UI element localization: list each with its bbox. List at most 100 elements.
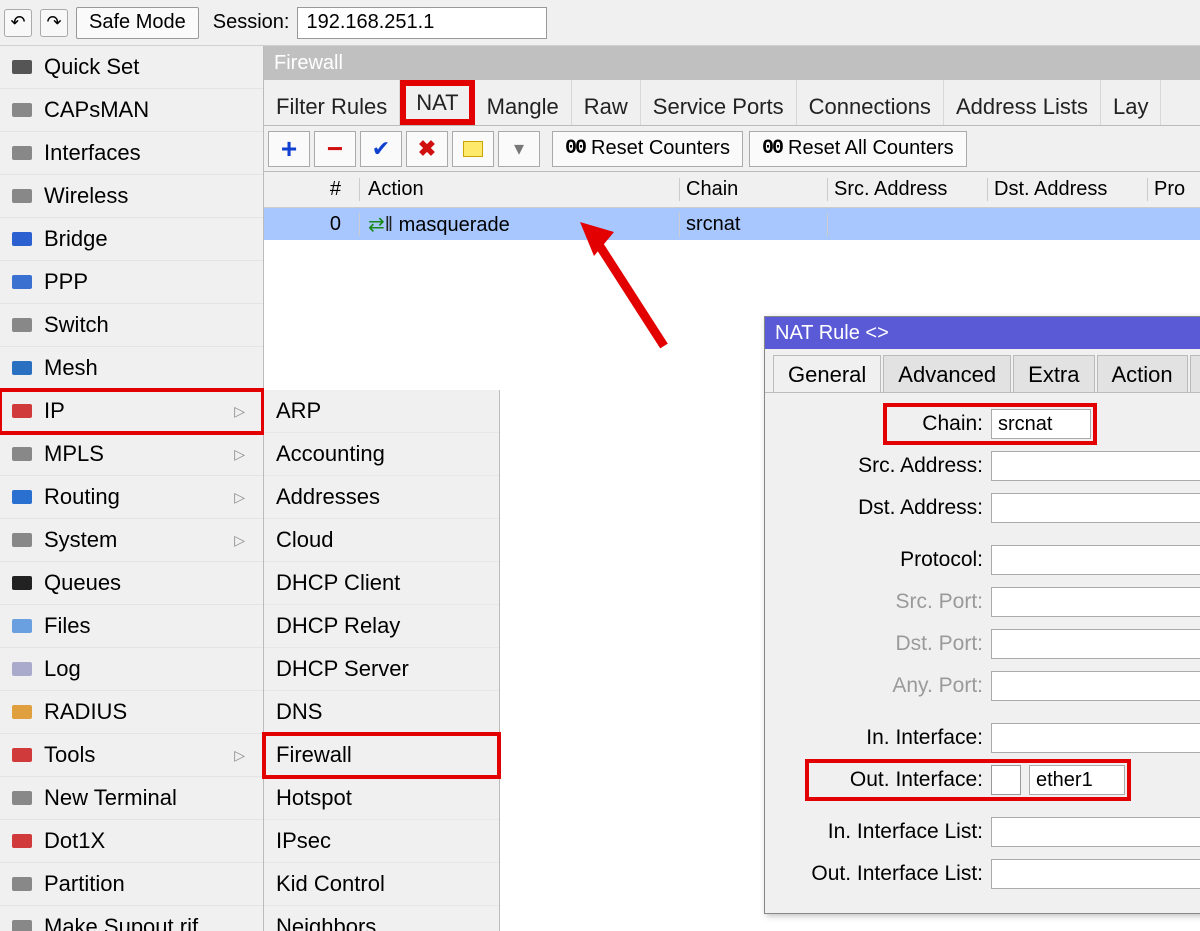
dialog-tab-general[interactable]: General (773, 355, 881, 392)
sidebar-item-label: Log (44, 656, 81, 682)
sidebar-item-ppp[interactable]: PPP (0, 261, 263, 304)
ip-submenu-addresses[interactable]: Addresses (264, 476, 499, 519)
sidebar-item-dot1x[interactable]: Dot1X (0, 820, 263, 863)
sidebar-item-mpls[interactable]: MPLS ▷ (0, 433, 263, 476)
col-action[interactable]: Action (360, 178, 680, 201)
firewall-tab-service-ports[interactable]: Service Ports (641, 80, 797, 125)
ip-submenu-firewall[interactable]: Firewall (264, 734, 499, 777)
ip-submenu-kid-control[interactable]: Kid Control (264, 863, 499, 906)
session-input[interactable] (297, 7, 547, 39)
out-interface-invert-checkbox[interactable] (991, 765, 1021, 795)
any-port-input[interactable] (991, 671, 1200, 701)
ip-submenu-cloud[interactable]: Cloud (264, 519, 499, 562)
out-interface-list-input[interactable] (991, 859, 1200, 889)
sidebar-item-label: Quick Set (44, 54, 139, 80)
field-protocol: Protocol: (765, 539, 1200, 581)
dialog-tab-advanced[interactable]: Advanced (883, 355, 1011, 392)
ip-submenu: ARPAccountingAddressesCloudDHCP ClientDH… (264, 390, 500, 931)
sidebar-item-label: RADIUS (44, 699, 127, 725)
ip-submenu-neighbors[interactable]: Neighbors (264, 906, 499, 931)
ip-submenu-dhcp-relay[interactable]: DHCP Relay (264, 605, 499, 648)
field-chain: Chain: srcnat (765, 403, 1200, 445)
dialog-tab-extra[interactable]: Extra (1013, 355, 1094, 392)
remove-button[interactable]: − (314, 131, 356, 167)
in-interface-input[interactable] (991, 723, 1200, 753)
ip-submenu-dhcp-client[interactable]: DHCP Client (264, 562, 499, 605)
protocol-input[interactable] (991, 545, 1200, 575)
protocol-label: Protocol: (765, 548, 991, 572)
log-icon (6, 655, 38, 683)
comment-button[interactable] (452, 131, 494, 167)
chain-input[interactable]: srcnat (991, 409, 1091, 439)
window-title: Firewall (264, 46, 1200, 80)
field-src-port: Src. Port: (765, 581, 1200, 623)
ip-submenu-ipsec[interactable]: IPsec (264, 820, 499, 863)
firewall-tab-mangle[interactable]: Mangle (475, 80, 572, 125)
radius-icon (6, 698, 38, 726)
enable-button[interactable]: ✔ (360, 131, 402, 167)
redo-icon[interactable]: ↷ (40, 9, 68, 37)
col-num[interactable]: # (264, 178, 360, 201)
sidebar-item-bridge[interactable]: Bridge (0, 218, 263, 261)
firewall-tab-nat[interactable]: NAT (402, 82, 472, 123)
ip-submenu-arp[interactable]: ARP (264, 390, 499, 433)
table-row[interactable]: 0 ⇄‖ masquerade srcnat (264, 208, 1200, 240)
dot1x-icon (6, 827, 38, 855)
add-button[interactable]: + (268, 131, 310, 167)
firewall-tab-address-lists[interactable]: Address Lists (944, 80, 1101, 125)
sidebar-item-wireless[interactable]: Wireless (0, 175, 263, 218)
sidebar-item-new-terminal[interactable]: New Terminal (0, 777, 263, 820)
disable-button[interactable]: ✖ (406, 131, 448, 167)
in-interface-list-input[interactable] (991, 817, 1200, 847)
sidebar-item-routing[interactable]: Routing ▷ (0, 476, 263, 519)
sidebar-item-files[interactable]: Files (0, 605, 263, 648)
dialog-tab-action[interactable]: Action (1097, 355, 1188, 392)
dialog-tab-statistics[interactable]: Statistics (1190, 355, 1200, 392)
sidebar-item-label: Interfaces (44, 140, 141, 166)
ip-submenu-dns[interactable]: DNS (264, 691, 499, 734)
sidebar-item-switch[interactable]: Switch (0, 304, 263, 347)
sidebar-item-label: Files (44, 613, 90, 639)
firewall-tabs: Filter RulesNATMangleRawService PortsCon… (264, 80, 1200, 126)
sidebar-item-label: PPP (44, 269, 88, 295)
sidebar-item-mesh[interactable]: Mesh (0, 347, 263, 390)
dst-port-input[interactable] (991, 629, 1200, 659)
ip-submenu-hotspot[interactable]: Hotspot (264, 777, 499, 820)
sidebar-item-capsman[interactable]: CAPsMAN (0, 89, 263, 132)
firewall-tab-filter-rules[interactable]: Filter Rules (264, 80, 400, 125)
field-src-address: Src. Address: (765, 445, 1200, 487)
col-chain[interactable]: Chain (680, 178, 828, 201)
partition-icon (6, 870, 38, 898)
sidebar-item-log[interactable]: Log (0, 648, 263, 691)
reset-counters-button[interactable]: 00Reset Counters (552, 131, 743, 167)
col-pro[interactable]: Pro (1148, 178, 1200, 201)
dst-address-input[interactable] (991, 493, 1200, 523)
sidebar-item-ip[interactable]: IP ▷ (0, 390, 263, 433)
col-src[interactable]: Src. Address (828, 178, 988, 201)
sidebar-item-make-supout[interactable]: Make Supout.rif (0, 906, 263, 931)
src-port-input[interactable] (991, 587, 1200, 617)
col-dst[interactable]: Dst. Address (988, 178, 1148, 201)
field-out-interface: Out. Interface: ether1 (765, 759, 1200, 801)
firewall-tab-raw[interactable]: Raw (572, 80, 641, 125)
chevron-right-icon: ▷ (234, 489, 245, 506)
out-interface-input[interactable]: ether1 (1029, 765, 1125, 795)
firewall-tab-lay[interactable]: Lay (1101, 80, 1161, 125)
firewall-tab-connections[interactable]: Connections (797, 80, 944, 125)
sidebar-item-system[interactable]: System ▷ (0, 519, 263, 562)
sidebar-item-queues[interactable]: Queues (0, 562, 263, 605)
filter-icon[interactable]: ▾ (498, 131, 540, 167)
reset-all-counters-button[interactable]: 00Reset All Counters (749, 131, 967, 167)
sidebar-item-tools[interactable]: Tools ▷ (0, 734, 263, 777)
ip-submenu-dhcp-server[interactable]: DHCP Server (264, 648, 499, 691)
src-address-input[interactable] (991, 451, 1200, 481)
field-in-interface-list: In. Interface List: (765, 811, 1200, 853)
sidebar-item-interfaces[interactable]: Interfaces (0, 132, 263, 175)
sidebar-item-radius[interactable]: RADIUS (0, 691, 263, 734)
ip-submenu-accounting[interactable]: Accounting (264, 433, 499, 476)
sidebar-item-partition[interactable]: Partition (0, 863, 263, 906)
sidebar-item-quick-set[interactable]: Quick Set (0, 46, 263, 89)
undo-icon[interactable]: ↶ (4, 9, 32, 37)
in-interface-label: In. Interface: (765, 726, 991, 750)
safe-mode-button[interactable]: Safe Mode (76, 7, 199, 39)
